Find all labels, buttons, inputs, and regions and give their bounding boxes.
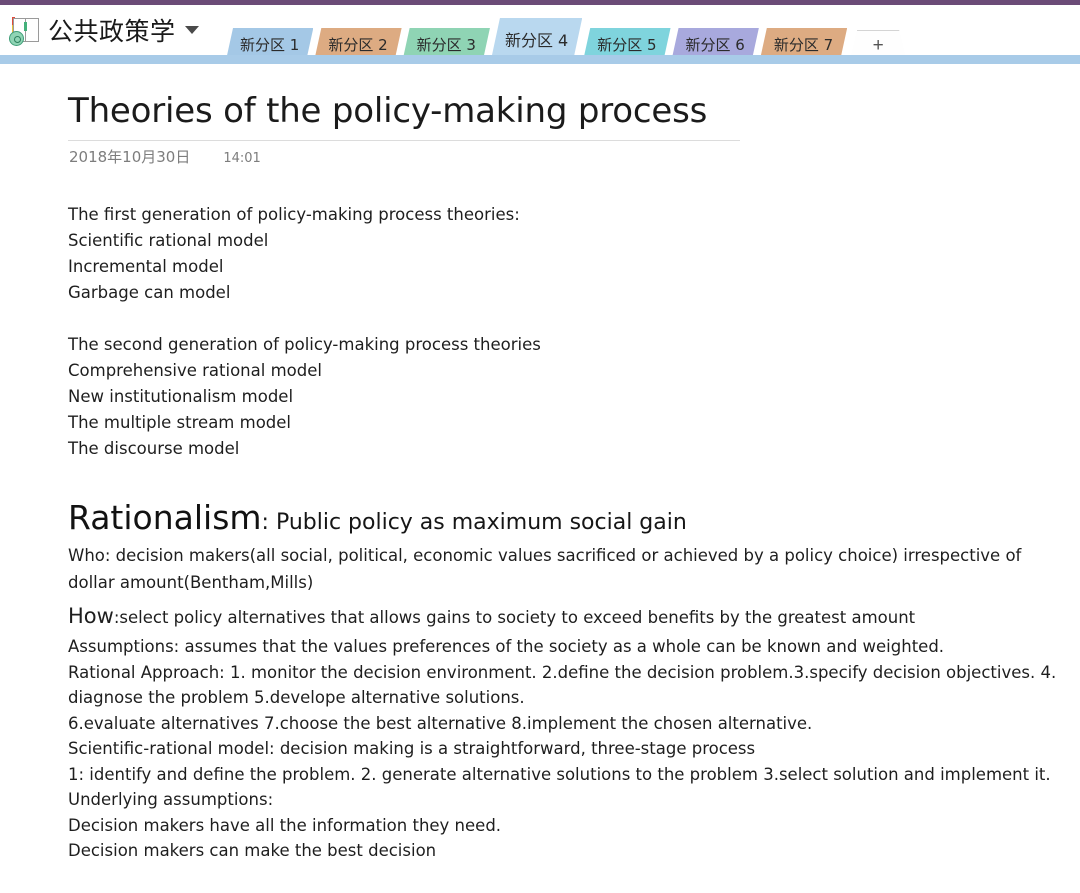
body-line-6: Underlying assumptions:	[68, 790, 274, 809]
rationalism-heading-main: Rationalism	[68, 498, 262, 537]
body-line-3: 6.evaluate alternatives 7.choose the bes…	[68, 713, 813, 733]
second-generation-line-4: The multiple stream model	[68, 413, 291, 432]
section-tab-label: 新分区 6	[685, 35, 745, 54]
body-paragraph-block[interactable]: Assumptions: assumes that the values pre…	[68, 634, 1068, 864]
body-line-5: 1: identify and define the problem. 2. g…	[68, 764, 1051, 784]
notebook-name: 公共政策学	[48, 17, 176, 46]
first-generation-line-3: Incremental model	[68, 257, 224, 276]
section-tab-label: 新分区 5	[597, 35, 657, 54]
notebook-icon	[8, 13, 44, 47]
page-date: 2018年10月30日	[69, 148, 191, 166]
body-line-4: Scientific-rational model: decision maki…	[68, 739, 756, 758]
first-generation-block[interactable]: The first generation of policy-making pr…	[68, 202, 768, 306]
sync-status-icon	[9, 31, 24, 46]
first-generation-line-4: Garbage can model	[68, 283, 231, 302]
page-title[interactable]: Theories of the policy-making process	[68, 90, 748, 132]
body-line-7: Decision makers have all the information…	[68, 815, 502, 835]
section-tab-label: 新分区 1	[240, 35, 300, 54]
who-paragraph[interactable]: Who: decision makers(all social, politic…	[68, 542, 1068, 596]
how-paragraph[interactable]: How:select policy alternatives that allo…	[68, 603, 1068, 631]
tab-bar: 公共政策学 新分区 1 新分区 2 新分区 3 新分区 4 新分区 5 新分区 6 新分区 …	[0, 5, 1080, 55]
section-tab-label: 新分区 3	[416, 35, 476, 54]
second-generation-line-5: The discourse model	[68, 439, 240, 458]
second-generation-line-1: The second generation of policy-making p…	[68, 335, 541, 354]
section-underline-bar	[0, 55, 1080, 64]
how-rest: :select policy alternatives that allows …	[113, 608, 916, 627]
first-generation-line-1: The first generation of policy-making pr…	[68, 205, 520, 224]
section-tab-label: 新分区 7	[773, 35, 834, 54]
page-canvas[interactable]: Theories of the policy-making process 20…	[0, 64, 1080, 893]
chevron-down-icon[interactable]	[184, 26, 199, 34]
how-lead: How	[68, 604, 114, 628]
title-divider	[68, 140, 740, 141]
section-tab-label: 新分区 4	[504, 31, 569, 50]
section-tab-label: 新分区 2	[328, 35, 388, 54]
body-line-2: Rational Approach: 1. monitor the decisi…	[68, 662, 1057, 708]
second-generation-line-3: New institutionalism model	[68, 387, 294, 406]
section-tab-4[interactable]: 新分区 4	[491, 18, 582, 60]
second-generation-line-2: Comprehensive rational model	[68, 361, 322, 380]
plus-icon: +	[872, 34, 884, 56]
first-generation-line-2: Scientific rational model	[68, 231, 269, 250]
second-generation-block[interactable]: The second generation of policy-making p…	[68, 332, 768, 462]
page-timestamp: 2018年10月30日 14:01	[69, 146, 261, 167]
body-line-8: Decision makers can make the best decisi…	[68, 841, 437, 860]
notebook-selector[interactable]: 公共政策学	[8, 9, 199, 51]
section-tab-list: 新分区 1 新分区 2 新分区 3 新分区 4 新分区 5 新分区 6 新分区 7 +	[226, 18, 906, 60]
body-line-1: Assumptions: assumes that the values pre…	[68, 637, 945, 656]
page-time: 14:01	[223, 151, 261, 166]
rationalism-heading[interactable]: Rationalism: Public policy as maximum so…	[68, 496, 687, 547]
rationalism-heading-sub: : Public policy as maximum social gain	[261, 510, 687, 535]
